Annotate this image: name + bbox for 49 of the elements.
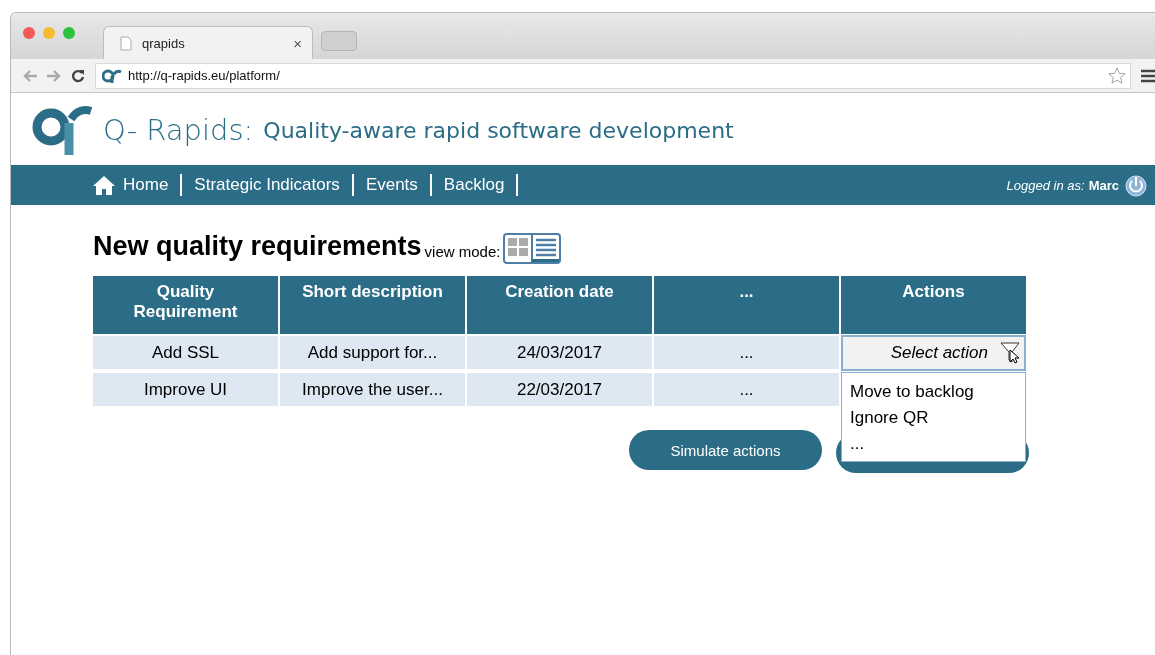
- close-tab-button[interactable]: ×: [293, 34, 302, 52]
- nav-link[interactable]: Events: [353, 174, 432, 196]
- table-cell: 22/03/2017: [467, 373, 652, 406]
- maximize-window-button[interactable]: [63, 27, 75, 39]
- logo-icon: [102, 68, 122, 83]
- column-header: Quality Requirement: [93, 276, 278, 334]
- table-cell: Improve UI: [93, 373, 278, 406]
- browser-tab[interactable]: qrapids ×: [103, 26, 313, 59]
- menu-option[interactable]: Ignore QR: [850, 405, 1017, 431]
- simulate-button[interactable]: Simulate actions: [629, 430, 822, 470]
- power-icon[interactable]: [1125, 173, 1147, 197]
- table-cell: ...: [654, 373, 839, 406]
- action-select[interactable]: Select action: [841, 335, 1026, 371]
- tab-title: qrapids: [142, 35, 186, 51]
- table-cell: Add support for...: [280, 336, 465, 369]
- menu-option[interactable]: ...: [850, 431, 1017, 457]
- home-icon: [93, 175, 115, 195]
- back-icon[interactable]: [23, 69, 37, 82]
- user-name: Marc: [1088, 177, 1119, 193]
- login-label: Logged in as:: [1006, 177, 1085, 193]
- menu-icon[interactable]: [1141, 68, 1155, 83]
- app-title: Q- Rapids:: [103, 113, 254, 147]
- reload-icon[interactable]: [71, 68, 85, 83]
- forward-icon[interactable]: [47, 69, 61, 82]
- address-bar[interactable]: http://q-rapids.eu/platform/: [95, 62, 1131, 89]
- table-cell: ...: [654, 336, 839, 369]
- logo-icon: [31, 105, 93, 155]
- table-cell: Add SSL: [93, 336, 278, 369]
- page-icon: [120, 35, 132, 51]
- page-heading: New quality requirements: [93, 231, 422, 262]
- column-header: ...: [654, 276, 839, 334]
- star-icon[interactable]: [1108, 66, 1126, 85]
- new-tab-button[interactable]: [321, 31, 357, 51]
- menu-option[interactable]: Move to backlog: [850, 379, 1017, 405]
- column-header: Short description: [280, 276, 465, 334]
- column-header: Creation date: [467, 276, 652, 334]
- filter-cursor-icon: [1000, 342, 1022, 364]
- table-cell: Improve the user...: [280, 373, 465, 406]
- nav-link[interactable]: Strategic Indicators: [182, 174, 354, 196]
- view-mode-label: view mode:: [424, 243, 501, 260]
- home-link[interactable]: Home: [93, 174, 183, 196]
- minimize-window-button[interactable]: [43, 27, 55, 39]
- table-cell: 24/03/2017: [467, 336, 652, 369]
- url-text: http://q-rapids.eu/platform/: [128, 68, 280, 83]
- column-header: Actions: [841, 276, 1026, 334]
- app-subtitle: Quality-aware rapid software development: [263, 117, 734, 143]
- list-view-button[interactable]: [531, 235, 560, 262]
- close-window-button[interactable]: [23, 27, 35, 39]
- nav-link[interactable]: Backlog: [431, 174, 519, 196]
